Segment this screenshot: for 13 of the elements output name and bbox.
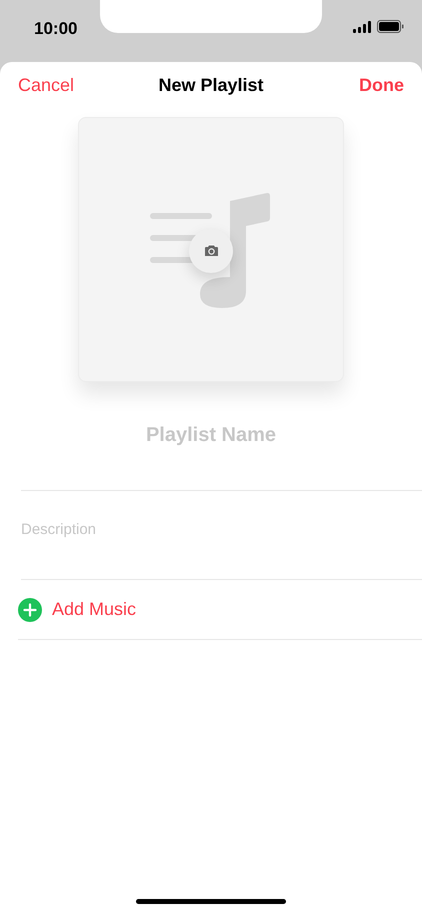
playlist-name-field[interactable]: Playlist Name bbox=[21, 418, 401, 452]
cancel-button[interactable]: Cancel bbox=[18, 72, 74, 98]
camera-icon bbox=[204, 245, 218, 257]
status-time: 10:00 bbox=[34, 18, 78, 40]
signal-icon bbox=[353, 20, 371, 32]
battery-icon bbox=[377, 20, 404, 33]
done-button[interactable]: Done bbox=[359, 72, 404, 98]
add-music-button[interactable]: Add Music bbox=[18, 580, 422, 639]
plus-icon bbox=[18, 598, 42, 622]
playlist-note-icon bbox=[150, 190, 272, 308]
camera-button[interactable] bbox=[189, 229, 233, 273]
screen-title: New Playlist bbox=[158, 74, 264, 97]
description-field[interactable]: Description bbox=[21, 519, 422, 579]
